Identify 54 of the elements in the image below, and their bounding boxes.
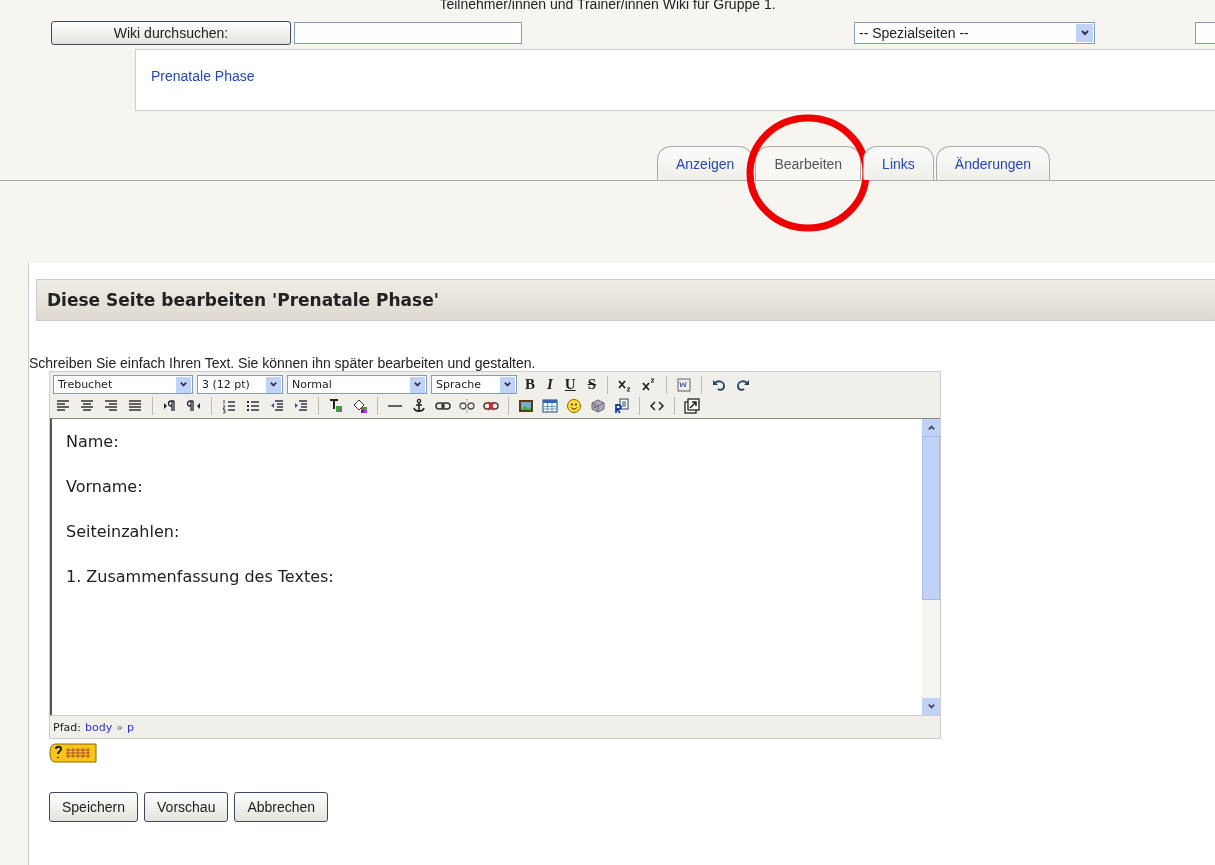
instruction-text: Schreiben Sie einfach Ihren Text. Sie können ihn später bearbeiten und gestalten.: [29, 355, 537, 371]
page-link[interactable]: Prenatale Phase: [151, 68, 255, 84]
scroll-up-icon[interactable]: [922, 419, 940, 436]
path-link[interactable]: p: [126, 720, 134, 734]
underline-button[interactable]: U: [560, 376, 580, 393]
broken-link-icon[interactable]: [459, 397, 475, 414]
editor-line: Name:: [66, 431, 120, 452]
section-heading: Diese Seite bearbeiten 'Prenatale Phase': [36, 279, 1215, 321]
cube-icon[interactable]: [590, 397, 606, 414]
align-left-icon[interactable]: [55, 397, 71, 414]
smiley-icon[interactable]: [566, 397, 582, 414]
toolbar-dropdown[interactable]: 3 (12 pt): [197, 375, 283, 394]
fullscreen-icon[interactable]: [684, 397, 700, 414]
table-icon[interactable]: [542, 397, 558, 414]
form-button[interactable]: Speichern: [49, 792, 139, 822]
paint-bucket-icon[interactable]: [352, 397, 368, 414]
indent-icon[interactable]: [293, 397, 309, 414]
numbered-list-icon[interactable]: [221, 397, 237, 414]
anchor-icon[interactable]: [411, 397, 427, 414]
tab[interactable]: Bearbeiten: [755, 146, 862, 180]
strikethrough-button[interactable]: S: [583, 376, 601, 393]
path-link[interactable]: body: [84, 720, 113, 734]
search-button[interactable]: Wiki durchsuchen:: [51, 20, 291, 45]
document-icon[interactable]: [676, 376, 693, 393]
outdent-icon[interactable]: [269, 397, 285, 414]
italic-button[interactable]: I: [543, 376, 557, 393]
tab[interactable]: Änderungen: [935, 146, 1051, 180]
align-center-icon[interactable]: [79, 397, 95, 414]
dropdown-field[interactable]: [1195, 21, 1215, 44]
text-color-icon[interactable]: [328, 397, 344, 414]
search-field[interactable]: [294, 21, 522, 44]
path-label: Pfad:: [53, 720, 81, 734]
form-button[interactable]: Abbrechen: [234, 792, 329, 822]
special-pages-dropdown[interactable]: -- Spezialseiten --: [854, 21, 1095, 44]
justify-icon[interactable]: [127, 397, 143, 414]
editor-line: Vorname:: [66, 476, 144, 497]
editor-line: 1. Zusammenfassung des Textes:: [66, 566, 335, 587]
pilcrow-icon[interactable]: [162, 397, 178, 414]
align-right-icon[interactable]: [103, 397, 119, 414]
pilcrow-icon[interactable]: [186, 397, 202, 414]
form-button[interactable]: Vorschau: [144, 792, 229, 822]
scroll-down-icon[interactable]: [922, 698, 940, 715]
scrollbar-thumb[interactable]: [922, 436, 940, 600]
toolbar-dropdown[interactable]: Normal: [287, 375, 427, 394]
bold-button[interactable]: B: [521, 376, 539, 393]
toolbar-dropdown[interactable]: Sprache: [431, 375, 517, 394]
help-keyboard-icon[interactable]: [48, 742, 98, 764]
document-r-icon[interactable]: [614, 397, 630, 414]
path-separator: »: [116, 720, 123, 734]
image-icon[interactable]: [518, 397, 534, 414]
toolbar-dropdown[interactable]: Trebuchet: [53, 375, 193, 394]
tab[interactable]: Links: [863, 146, 934, 180]
editor-line: Seiteinzahlen:: [66, 521, 181, 542]
scrollbar[interactable]: [922, 419, 940, 715]
